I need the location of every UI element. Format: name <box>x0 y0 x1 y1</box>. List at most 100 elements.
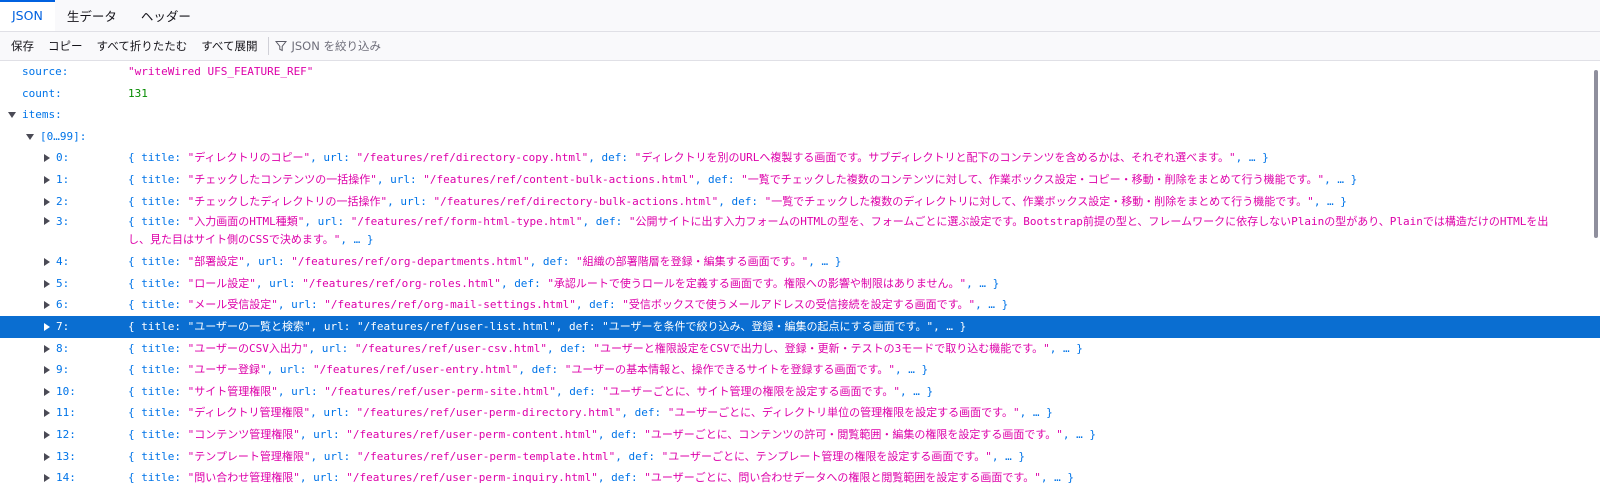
table-row[interactable]: 6: { title: "メール受信設定", url: "/features/re… <box>0 294 1600 316</box>
copy-button[interactable]: コピー <box>41 35 90 57</box>
expand-all-button[interactable]: すべて展開 <box>194 35 264 57</box>
prop-title-value: "テンプレート管理権限" <box>187 449 311 463</box>
prop-url-value: "/features/ref/user-perm-template.html" <box>356 449 616 463</box>
table-row[interactable]: 4: { title: "部署設定", url: "/features/ref/o… <box>0 251 1600 273</box>
json-item-preview: { title: "ユーザーの一覧と検索", url: "/features/r… <box>128 319 967 333</box>
filter-json-input[interactable]: JSON を絞り込み <box>275 38 381 54</box>
json-item-preview: { title: "入力画面のHTML種類", url: "/features/… <box>128 215 1549 247</box>
json-item-preview: { title: "ディレクトリのコピー", url: "/features/r… <box>128 151 1269 165</box>
table-row[interactable]: 9: { title: "ユーザー登録", url: "/features/ref… <box>0 359 1600 381</box>
prop-title-value: "チェックしたコンテンツの一括操作" <box>187 172 377 186</box>
table-row[interactable]: 2: { title: "チェックしたディレクトリの一括操作", url: "/f… <box>0 191 1600 213</box>
brace-open: { <box>128 298 142 312</box>
chevron-down-icon[interactable] <box>8 112 16 119</box>
brace-close: , … } <box>894 363 929 377</box>
chevron-right-icon[interactable] <box>44 154 50 163</box>
chevron-right-icon[interactable] <box>44 430 50 439</box>
brace-open: { <box>128 384 142 398</box>
scrollbar-thumb[interactable] <box>1594 70 1598 238</box>
json-item-index: 14: <box>56 471 76 485</box>
table-row[interactable]: 3: { title: "入力画面のHTML種類", url: "/feature… <box>0 212 1600 251</box>
table-row[interactable]: 7: { title: "ユーザーの一覧と検索", url: "/features… <box>0 315 1600 338</box>
json-row-range[interactable]: [0…99]: <box>0 126 1600 148</box>
prop-url-key: url <box>279 363 300 377</box>
chevron-right-icon[interactable] <box>44 474 50 483</box>
prop-url-key: url <box>390 172 410 186</box>
prop-title-key: title <box>141 151 175 165</box>
chevron-right-icon[interactable] <box>44 217 50 226</box>
brace-close: , … } <box>1235 151 1269 165</box>
prop-def-key: def <box>628 449 649 463</box>
prop-def-value: "ユーザーごとに、テンプレート管理の権限を設定する画面です。" <box>661 449 992 463</box>
prop-url-key: url <box>400 194 421 208</box>
brace-close: , … } <box>900 384 934 398</box>
prop-title-key: title <box>141 319 175 333</box>
prop-def-value: "一覧でチェックした複数のディレクトリに対して、作業ボックス設定・移動・削除をま… <box>764 194 1314 208</box>
prop-url-key: url <box>258 255 278 269</box>
json-item-index: 8: <box>56 341 70 355</box>
chevron-right-icon[interactable] <box>44 409 50 418</box>
prop-def-value: "一覧でチェックした複数のコンテンツに対して、作業ボックス設定・コピー・移動・削… <box>741 172 1325 186</box>
chevron-right-icon[interactable] <box>44 344 50 353</box>
prop-url-key: url <box>269 276 289 290</box>
json-item-index: 1: <box>56 172 70 186</box>
tab-raw-data[interactable]: 生データ <box>55 0 129 31</box>
save-button[interactable]: 保存 <box>4 35 41 57</box>
json-item-index: 10: <box>56 384 76 398</box>
prop-def-key: def <box>560 341 581 355</box>
brace-open: { <box>128 194 142 208</box>
prop-url-key: url <box>317 215 338 229</box>
prop-title-key: title <box>141 363 175 377</box>
chevron-right-icon[interactable] <box>44 279 50 288</box>
prop-url-value: "/features/ref/user-perm-inquiry.html" <box>346 471 598 485</box>
json-item-index: 9: <box>56 363 70 377</box>
chevron-right-icon[interactable] <box>44 175 50 184</box>
prop-url-value: "/features/ref/org-mail-settings.html" <box>324 298 576 312</box>
table-row[interactable]: 0: { title: "ディレクトリのコピー", url: "/features… <box>0 147 1600 169</box>
prop-url-value: "/features/ref/directory-bulk-actions.ht… <box>433 194 719 208</box>
json-row-items[interactable]: items: <box>0 104 1600 126</box>
prop-def-value: "ユーザーと権限設定をCSVで出力し、登録・更新・テストの3モードで取り込む機能… <box>593 341 1050 355</box>
toolbar-separator <box>268 37 270 55</box>
chevron-right-icon[interactable] <box>44 452 50 461</box>
chevron-down-icon[interactable] <box>26 133 34 140</box>
table-row[interactable]: 14: { title: "問い合わせ管理権限", url: "/features… <box>0 467 1600 489</box>
prop-title-value: "ディレクトリのコピー" <box>187 151 311 165</box>
json-item-index: 7: <box>56 319 70 333</box>
json-row-count[interactable]: count: 131 <box>0 83 1600 105</box>
table-row[interactable]: 1: { title: "チェックしたコンテンツの一括操作", url: "/fe… <box>0 169 1600 191</box>
prop-title-value: "ディレクトリ管理権限" <box>187 406 311 420</box>
json-row-source[interactable]: source: "writeWired UFS_FEATURE_REF" <box>0 61 1600 83</box>
table-row[interactable]: 12: { title: "コンテンツ管理権限", url: "/features… <box>0 424 1600 446</box>
json-item-index: 6: <box>56 298 70 312</box>
prop-title-value: "ユーザー登録" <box>187 363 267 377</box>
brace-close: , … } <box>1019 406 1053 420</box>
chevron-right-icon[interactable] <box>44 366 50 375</box>
prop-url-value: "/features/ref/user-list.html" <box>357 319 556 333</box>
chevron-right-icon[interactable] <box>44 258 50 267</box>
chevron-right-icon[interactable] <box>44 322 50 331</box>
json-item-preview: { title: "ロール設定", url: "/features/ref/or… <box>128 276 1000 290</box>
table-row[interactable]: 13: { title: "テンプレート管理権限", url: "/feature… <box>0 446 1600 468</box>
prop-title-value: "メール受信設定" <box>187 298 278 312</box>
table-row[interactable]: 5: { title: "ロール設定", url: "/features/ref/… <box>0 273 1600 295</box>
json-item-index: 3: <box>56 215 70 229</box>
table-row[interactable]: 8: { title: "ユーザーのCSV入出力", url: "/feature… <box>0 338 1600 360</box>
table-row[interactable]: 10: { title: "サイト管理権限", url: "/features/r… <box>0 381 1600 403</box>
chevron-right-icon[interactable] <box>44 301 50 310</box>
json-item-preview: { title: "ディレクトリ管理権限", url: "/features/r… <box>128 406 1053 420</box>
prop-def-value: "受信ボックスで使うメールアドレスの受信接続を設定する画面です。" <box>622 298 976 312</box>
prop-title-value: "チェックしたディレクトリの一括操作" <box>187 194 388 208</box>
json-item-preview: { title: "コンテンツ管理権限", url: "/features/re… <box>128 427 1097 441</box>
json-item-index: 12: <box>56 427 76 441</box>
chevron-right-icon[interactable] <box>44 387 50 396</box>
tab-headers[interactable]: ヘッダー <box>129 0 203 31</box>
prop-title-value: "ユーザーの一覧と検索" <box>187 319 311 333</box>
prop-title-key: title <box>141 255 175 269</box>
prop-url-key: url <box>323 151 344 165</box>
table-row[interactable]: 11: { title: "ディレクトリ管理権限", url: "/feature… <box>0 402 1600 424</box>
collapse-all-button[interactable]: すべて折りたたむ <box>90 35 195 57</box>
chevron-right-icon[interactable] <box>44 197 50 206</box>
tab-json[interactable]: JSON <box>0 0 55 31</box>
brace-close: , … } <box>991 449 1025 463</box>
